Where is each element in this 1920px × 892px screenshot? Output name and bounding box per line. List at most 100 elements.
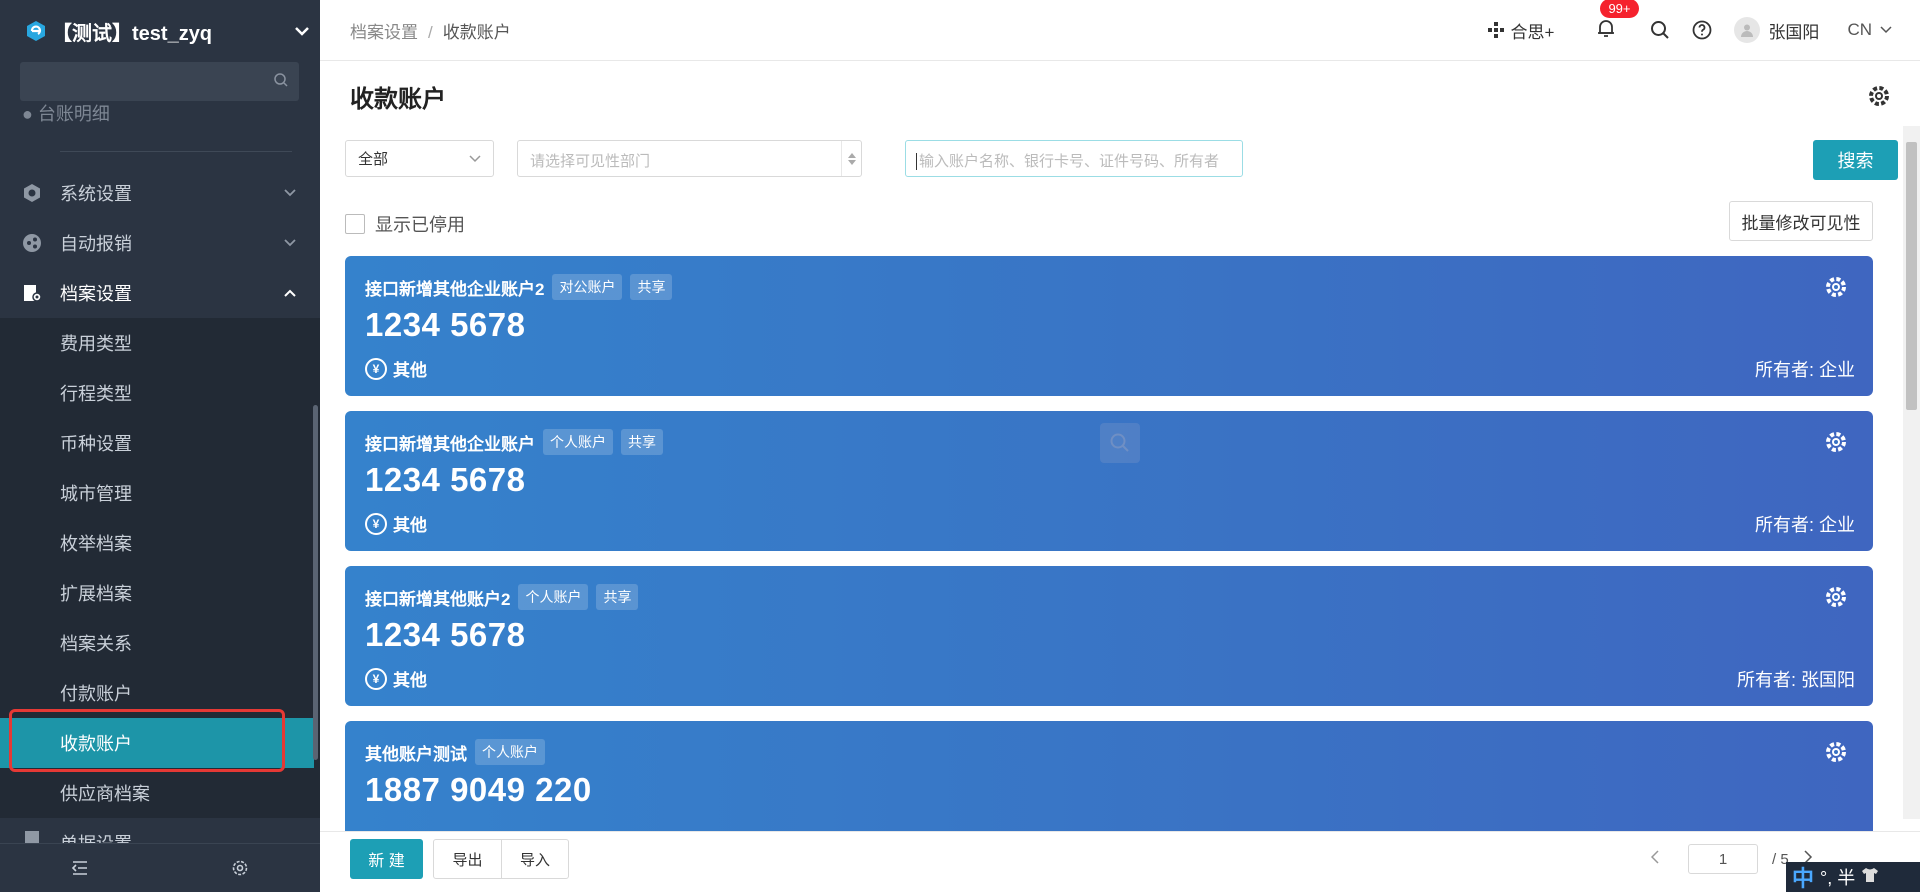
status-select[interactable]: 全部 bbox=[345, 140, 494, 177]
chevron-down-icon[interactable] bbox=[284, 26, 320, 36]
chevron-down-icon bbox=[1880, 26, 1892, 34]
ime-toolbar[interactable]: 中 °, 半 bbox=[1786, 862, 1920, 892]
scrollbar-thumb[interactable] bbox=[1906, 142, 1917, 410]
sidebar-item-label: 台账明细 bbox=[37, 104, 110, 124]
new-button[interactable]: 新 建 bbox=[350, 839, 423, 879]
page-settings-icon[interactable] bbox=[1868, 85, 1890, 112]
sidebar-item-expense-type[interactable]: 费用类型 bbox=[0, 318, 320, 368]
search-icon[interactable] bbox=[1650, 20, 1670, 40]
account-number: 1887 9049 220 bbox=[365, 771, 592, 808]
card-settings-icon[interactable] bbox=[1825, 431, 1847, 458]
card-settings-icon[interactable] bbox=[1825, 276, 1847, 303]
import-button[interactable]: 导入 bbox=[501, 840, 568, 878]
main-scrollbar[interactable] bbox=[1903, 126, 1920, 819]
account-category: 其他 bbox=[393, 516, 427, 535]
chevron-down-icon bbox=[260, 239, 320, 247]
breadcrumb-item[interactable]: 档案设置 bbox=[350, 23, 418, 42]
sidebar-footer bbox=[0, 843, 320, 892]
sidebar-item-ext-archive[interactable]: 扩展档案 bbox=[0, 568, 320, 618]
bell-icon bbox=[1598, 19, 1615, 37]
sidebar-scrollbar[interactable] bbox=[313, 405, 318, 760]
yen-icon: ¥ bbox=[365, 667, 387, 690]
chevron-down-icon bbox=[260, 189, 320, 197]
page-number-input[interactable]: 1 bbox=[1688, 844, 1758, 874]
action-footer: 新 建 导出 导入 1 / 5 bbox=[320, 831, 1920, 892]
notification-button[interactable]: 99+ bbox=[1596, 0, 1639, 43]
sidebar-item-auto-reimburse[interactable]: 自动报销 bbox=[0, 218, 320, 268]
app-logo-icon bbox=[27, 21, 45, 41]
shared-tag: 共享 bbox=[630, 274, 673, 300]
top-header: 档案设置 / 收款账户 合思+ 99+ 张国阳 CN bbox=[320, 0, 1920, 61]
account-card[interactable]: 其他账户测试 个人账户 1887 9049 220 bbox=[345, 721, 1873, 831]
hesi-logo-icon bbox=[1487, 22, 1504, 38]
account-owner: 所有者: 张国阳 bbox=[1736, 670, 1855, 690]
spinner-arrows-icon[interactable] bbox=[841, 141, 861, 176]
card-settings-icon[interactable] bbox=[1825, 586, 1847, 613]
show-disabled-label: 显示已停用 bbox=[375, 215, 465, 235]
gear-hex-icon bbox=[0, 183, 60, 203]
language-select[interactable]: CN bbox=[1847, 20, 1892, 40]
department-select[interactable]: 请选择可见性部门 bbox=[517, 140, 862, 177]
collapse-menu-icon[interactable] bbox=[0, 844, 160, 892]
account-number: 1234 5678 bbox=[365, 461, 526, 498]
sidebar: 【测试】test_zyq ● 台账明细 系统设置 自动报销 档案设置 费用类型 … bbox=[0, 0, 320, 892]
sidebar-item-archive-settings[interactable]: 档案设置 bbox=[0, 268, 320, 318]
sidebar-item-currency[interactable]: 币种设置 bbox=[0, 418, 320, 468]
account-number: 1234 5678 bbox=[365, 306, 526, 343]
export-button[interactable]: 导出 bbox=[434, 840, 501, 878]
checkbox-box[interactable] bbox=[345, 214, 365, 234]
account-category: 其他 bbox=[393, 361, 427, 380]
card-settings-icon[interactable] bbox=[1825, 741, 1847, 768]
main-content: 收款账户 全部 请选择可见性部门 输入账户名称、银行卡号、证件号码、所有者 搜索… bbox=[320, 61, 1920, 831]
user-menu[interactable]: 张国阳 bbox=[1734, 17, 1819, 43]
account-owner: 所有者: 企业 bbox=[1754, 360, 1855, 380]
prev-page-icon[interactable] bbox=[1650, 850, 1660, 868]
chevron-up-icon bbox=[260, 289, 320, 297]
sidebar-search-input[interactable] bbox=[20, 62, 299, 101]
account-name: 接口新增其他企业账户2 bbox=[365, 279, 545, 299]
search-button[interactable]: 搜索 bbox=[1813, 140, 1898, 180]
sidebar-item-payment-account[interactable]: 付款账户 bbox=[0, 668, 320, 718]
archive-icon bbox=[0, 283, 60, 303]
magnifier-icon bbox=[1100, 423, 1140, 463]
account-owner: 所有者: 企业 bbox=[1754, 515, 1855, 535]
sidebar-item-label: 系统设置 bbox=[60, 184, 132, 204]
page-title: 收款账户 bbox=[350, 86, 446, 113]
account-card[interactable]: 接口新增其他企业账户2 对公账户 共享 1234 5678 ¥ 其他 所有者: … bbox=[345, 256, 1873, 396]
hesi-plus-button[interactable]: 合思+ bbox=[1487, 18, 1555, 43]
sidebar-item-system-settings[interactable]: 系统设置 bbox=[0, 168, 320, 218]
account-name: 接口新增其他企业账户 bbox=[365, 434, 535, 454]
app-header[interactable]: 【测试】test_zyq bbox=[0, 0, 320, 62]
sidebar-item-enum-archive[interactable]: 枚举档案 bbox=[0, 518, 320, 568]
show-disabled-checkbox[interactable]: 显示已停用 bbox=[345, 211, 465, 237]
notification-badge: 99+ bbox=[1600, 0, 1639, 18]
sidebar-menu: 系统设置 自动报销 档案设置 费用类型 行程类型 币种设置 城市管理 枚举档案 … bbox=[0, 168, 320, 848]
account-card[interactable]: 接口新增其他账户2 个人账户 共享 1234 5678 ¥ 其他 所有者: 张国… bbox=[345, 566, 1873, 706]
sidebar-item-archive-relation[interactable]: 档案关系 bbox=[0, 618, 320, 668]
account-card-list: 接口新增其他企业账户2 对公账户 共享 1234 5678 ¥ 其他 所有者: … bbox=[345, 256, 1875, 831]
settings-icon[interactable] bbox=[160, 844, 320, 892]
share-icon bbox=[0, 233, 60, 253]
sidebar-item-supplier-archive[interactable]: 供应商档案 bbox=[0, 768, 320, 818]
sidebar-item-city[interactable]: 城市管理 bbox=[0, 468, 320, 518]
keyword-search-input[interactable]: 输入账户名称、银行卡号、证件号码、所有者 bbox=[905, 140, 1243, 177]
ime-mode: 中 bbox=[1792, 866, 1815, 891]
sidebar-item-partial[interactable]: ● 台账明细 bbox=[22, 104, 222, 124]
account-type-tag: 对公账户 bbox=[552, 274, 623, 300]
sidebar-item-receiving-account[interactable]: 收款账户 bbox=[0, 718, 314, 768]
account-number: 1234 5678 bbox=[365, 616, 526, 653]
account-name: 其他账户测试 bbox=[365, 744, 467, 764]
sidebar-submenu: 费用类型 行程类型 币种设置 城市管理 枚举档案 扩展档案 档案关系 付款账户 … bbox=[0, 318, 320, 818]
hesi-label: 合思+ bbox=[1510, 22, 1555, 42]
import-export-group: 导出 导入 bbox=[433, 839, 569, 879]
shirt-icon bbox=[1861, 867, 1879, 888]
sidebar-item-label: 档案设置 bbox=[60, 284, 132, 304]
help-icon[interactable] bbox=[1692, 20, 1712, 40]
account-category: 其他 bbox=[393, 671, 427, 690]
account-name: 接口新增其他账户2 bbox=[365, 589, 511, 609]
batch-visibility-button[interactable]: 批量修改可见性 bbox=[1729, 201, 1873, 241]
sidebar-divider bbox=[60, 151, 292, 152]
filter-bar: 全部 请选择可见性部门 输入账户名称、银行卡号、证件号码、所有者 搜索 bbox=[345, 140, 1898, 180]
sidebar-item-trip-type[interactable]: 行程类型 bbox=[0, 368, 320, 418]
status-select-value: 全部 bbox=[358, 151, 389, 168]
